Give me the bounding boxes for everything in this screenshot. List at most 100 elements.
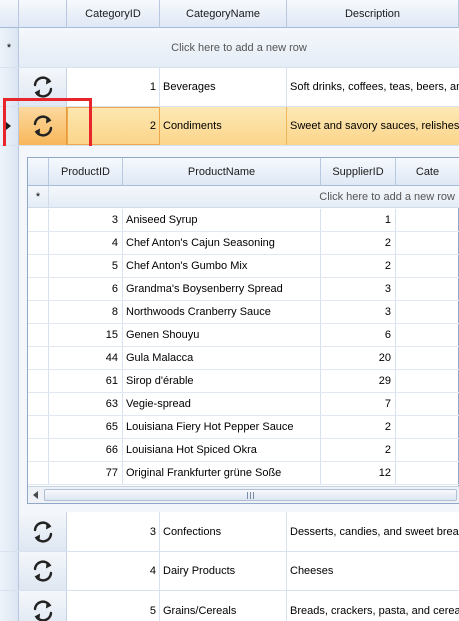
child-horizontal-scrollbar[interactable] bbox=[28, 486, 459, 503]
child-table-row[interactable]: 65 Louisiana Fiery Hot Pepper Sauce 2 bbox=[28, 416, 459, 439]
productname-cell[interactable]: Louisiana Hot Spiced Okra bbox=[123, 439, 321, 461]
categoryname-cell[interactable]: Grains/Cereals bbox=[160, 591, 287, 621]
supplierid-cell[interactable]: 3 bbox=[321, 278, 396, 300]
refresh-icon bbox=[29, 557, 57, 585]
supplierid-cell[interactable]: 2 bbox=[321, 416, 396, 438]
productname-cell[interactable]: Chef Anton's Gumbo Mix bbox=[123, 255, 321, 277]
child-header-productid[interactable]: ProductID bbox=[49, 158, 123, 186]
productid-cell[interactable]: 6 bbox=[49, 278, 123, 300]
child-table-row[interactable]: 63 Vegie-spread 7 bbox=[28, 393, 459, 416]
child-new-row-placeholder[interactable]: Click here to add a new row bbox=[49, 186, 459, 207]
refresh-button[interactable] bbox=[19, 591, 67, 621]
productname-cell[interactable]: Aniseed Syrup bbox=[123, 209, 321, 231]
table-row[interactable]: 3 Confections Desserts, candies, and swe… bbox=[0, 512, 459, 552]
child-table-row[interactable]: 61 Sirop d'érable 29 bbox=[28, 370, 459, 393]
productname-cell[interactable]: Original Frankfurter grüne Soße bbox=[123, 462, 321, 484]
supplierid-cell[interactable]: 3 bbox=[321, 301, 396, 323]
child-new-row[interactable]: * Click here to add a new row bbox=[28, 186, 459, 208]
productid-cell[interactable]: 66 bbox=[49, 439, 123, 461]
child-table-row[interactable]: 66 Louisiana Hot Spiced Okra 2 bbox=[28, 439, 459, 462]
productname-cell[interactable]: Grandma's Boysenberry Spread bbox=[123, 278, 321, 300]
child-table-row[interactable]: 77 Original Frankfurter grüne Soße 12 bbox=[28, 462, 459, 485]
supplierid-cell[interactable]: 2 bbox=[321, 439, 396, 461]
scroll-thumb[interactable] bbox=[44, 489, 457, 501]
supplierid-cell[interactable]: 2 bbox=[321, 232, 396, 254]
category-cell[interactable] bbox=[396, 462, 459, 484]
categoryname-cell[interactable]: Condiments bbox=[160, 107, 287, 145]
category-cell[interactable] bbox=[396, 255, 459, 277]
category-cell[interactable] bbox=[396, 209, 459, 231]
category-cell[interactable] bbox=[396, 301, 459, 323]
new-row[interactable]: * Click here to add a new row bbox=[0, 28, 459, 68]
new-row-placeholder[interactable]: Click here to add a new row bbox=[19, 28, 459, 67]
supplierid-cell[interactable]: 12 bbox=[321, 462, 396, 484]
productid-cell[interactable]: 65 bbox=[49, 416, 123, 438]
description-cell[interactable]: Desserts, candies, and sweet breads bbox=[287, 512, 459, 551]
child-table-row[interactable]: 5 Chef Anton's Gumbo Mix 2 bbox=[28, 255, 459, 278]
supplierid-cell[interactable]: 20 bbox=[321, 347, 396, 369]
supplierid-cell[interactable]: 1 bbox=[321, 209, 396, 231]
supplierid-cell[interactable]: 7 bbox=[321, 393, 396, 415]
child-table-row[interactable]: 3 Aniseed Syrup 1 bbox=[28, 209, 459, 232]
categoryname-cell[interactable]: Confections bbox=[160, 512, 287, 551]
category-cell[interactable] bbox=[396, 324, 459, 346]
productid-cell[interactable]: 15 bbox=[49, 324, 123, 346]
child-row-indicator bbox=[28, 209, 49, 231]
productname-cell[interactable]: Gula Malacca bbox=[123, 347, 321, 369]
child-row-indicator bbox=[28, 462, 49, 484]
child-table-row[interactable]: 6 Grandma's Boysenberry Spread 3 bbox=[28, 278, 459, 301]
productid-cell[interactable]: 61 bbox=[49, 370, 123, 392]
productname-cell[interactable]: Chef Anton's Cajun Seasoning bbox=[123, 232, 321, 254]
description-cell[interactable]: Sweet and savory sauces, relishes, sp bbox=[287, 107, 459, 145]
category-cell[interactable] bbox=[396, 416, 459, 438]
category-cell[interactable] bbox=[396, 347, 459, 369]
productname-cell[interactable]: Louisiana Fiery Hot Pepper Sauce bbox=[123, 416, 321, 438]
header-categoryname[interactable]: CategoryName bbox=[160, 0, 287, 28]
productname-cell[interactable]: Northwoods Cranberry Sauce bbox=[123, 301, 321, 323]
child-new-row-asterisk: * bbox=[35, 190, 41, 203]
category-cell[interactable] bbox=[396, 439, 459, 461]
categoryid-cell[interactable]: 4 bbox=[67, 552, 160, 590]
scroll-grip-icon bbox=[246, 491, 254, 499]
supplierid-cell[interactable]: 29 bbox=[321, 370, 396, 392]
category-cell[interactable] bbox=[396, 393, 459, 415]
table-row[interactable]: 4 Dairy Products Cheeses bbox=[0, 552, 459, 591]
child-header-supplierid[interactable]: SupplierID bbox=[321, 158, 396, 186]
header-description[interactable]: Description bbox=[287, 0, 459, 28]
productid-cell[interactable]: 3 bbox=[49, 209, 123, 231]
productid-cell[interactable]: 5 bbox=[49, 255, 123, 277]
child-row-indicator bbox=[28, 324, 49, 346]
category-cell[interactable] bbox=[396, 278, 459, 300]
productid-cell[interactable]: 44 bbox=[49, 347, 123, 369]
description-cell[interactable]: Breads, crackers, pasta, and cereal bbox=[287, 591, 459, 621]
categoryname-cell[interactable]: Beverages bbox=[160, 68, 287, 106]
productname-cell[interactable]: Genen Shouyu bbox=[123, 324, 321, 346]
productid-cell[interactable]: 77 bbox=[49, 462, 123, 484]
category-cell[interactable] bbox=[396, 232, 459, 254]
productid-cell[interactable]: 8 bbox=[49, 301, 123, 323]
productname-cell[interactable]: Sirop d'érable bbox=[123, 370, 321, 392]
category-cell[interactable] bbox=[396, 370, 459, 392]
productid-cell[interactable]: 4 bbox=[49, 232, 123, 254]
categoryid-cell[interactable]: 3 bbox=[67, 512, 160, 551]
child-header-productname[interactable]: ProductName bbox=[123, 158, 321, 186]
refresh-button[interactable] bbox=[19, 552, 67, 590]
supplierid-cell[interactable]: 2 bbox=[321, 255, 396, 277]
categoryid-cell[interactable]: 5 bbox=[67, 591, 160, 621]
productname-cell[interactable]: Vegie-spread bbox=[123, 393, 321, 415]
header-categoryid[interactable]: CategoryID bbox=[67, 0, 160, 28]
scroll-left-button[interactable] bbox=[30, 489, 42, 501]
child-table-row[interactable]: 44 Gula Malacca 20 bbox=[28, 347, 459, 370]
new-row-asterisk: * bbox=[6, 41, 12, 54]
description-cell[interactable]: Cheeses bbox=[287, 552, 459, 590]
supplierid-cell[interactable]: 6 bbox=[321, 324, 396, 346]
child-header-category[interactable]: Cate bbox=[396, 158, 459, 186]
description-cell[interactable]: Soft drinks, coffees, teas, beers, and bbox=[287, 68, 459, 106]
categoryname-cell[interactable]: Dairy Products bbox=[160, 552, 287, 590]
productid-cell[interactable]: 63 bbox=[49, 393, 123, 415]
table-row[interactable]: 5 Grains/Cereals Breads, crackers, pasta… bbox=[0, 591, 459, 621]
child-table-row[interactable]: 8 Northwoods Cranberry Sauce 3 bbox=[28, 301, 459, 324]
child-table-row[interactable]: 15 Genen Shouyu 6 bbox=[28, 324, 459, 347]
refresh-button[interactable] bbox=[19, 512, 67, 551]
child-table-row[interactable]: 4 Chef Anton's Cajun Seasoning 2 bbox=[28, 232, 459, 255]
